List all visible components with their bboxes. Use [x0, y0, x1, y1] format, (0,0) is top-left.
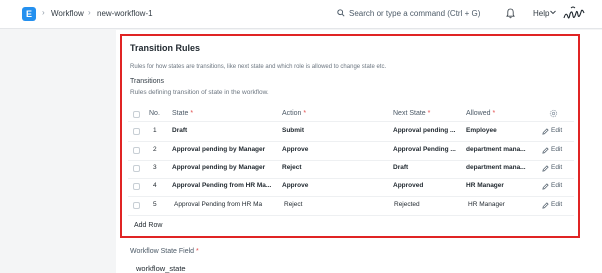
pencil-icon: [542, 147, 549, 154]
row-next-state[interactable]: Approved: [393, 182, 463, 189]
row-state[interactable]: Approval Pending from HR Ma: [174, 201, 274, 208]
row-state[interactable]: Approval Pending from HR Ma...: [172, 182, 272, 189]
pencil-icon: [542, 202, 549, 209]
row-action[interactable]: Reject: [282, 164, 382, 171]
row-edit-label: Edit: [551, 127, 563, 134]
transitions-table-description: Rules defining transition of state in th…: [130, 89, 269, 96]
row-allowed[interactable]: HR Manager: [466, 182, 536, 189]
table-row[interactable]: 5 Approval Pending from HR Ma Reject Rej…: [128, 197, 574, 215]
row-checkbox[interactable]: [133, 147, 140, 154]
table-row[interactable]: 2 Approval pending by Manager Approve Ap…: [128, 142, 574, 160]
row-next-state[interactable]: Approval pending ...: [393, 127, 463, 134]
user-avatar-signature[interactable]: [563, 5, 585, 23]
row-next-state[interactable]: Rejected: [394, 201, 464, 208]
app-logo[interactable]: E: [22, 7, 36, 21]
search-placeholder: Search or type a command (Ctrl + G): [349, 9, 481, 18]
pencil-icon: [542, 128, 549, 135]
column-header-action: Action *: [282, 110, 307, 117]
row-number: 4: [153, 182, 157, 189]
top-navbar: E › Workflow › new-workflow-1 Search or …: [0, 0, 602, 29]
row-allowed[interactable]: department mana...: [466, 146, 536, 153]
row-edit-label: Edit: [551, 146, 563, 153]
select-all-checkbox[interactable]: [133, 111, 140, 118]
gear-icon[interactable]: [549, 109, 558, 118]
row-edit-label: Edit: [551, 164, 563, 171]
row-number: 5: [153, 201, 157, 208]
row-number: 2: [153, 146, 157, 153]
search-icon: [337, 9, 345, 17]
row-checkbox[interactable]: [133, 165, 140, 172]
column-header-next-state: Next State *: [393, 110, 431, 117]
column-header-state: State *: [172, 110, 194, 117]
row-allowed[interactable]: Employee: [466, 127, 536, 134]
row-number: 3: [153, 164, 157, 171]
workflow-state-field-value[interactable]: workflow_state: [136, 264, 186, 273]
add-row-button[interactable]: Add Row: [134, 222, 162, 229]
chevron-down-icon[interactable]: [550, 10, 556, 15]
section-title: Transition Rules: [130, 43, 201, 53]
table-row[interactable]: 4 Approval Pending from HR Ma... Approve…: [128, 178, 574, 196]
row-action[interactable]: Approve: [282, 182, 382, 189]
row-next-state[interactable]: Draft: [393, 164, 463, 171]
row-state[interactable]: Approval pending by Manager: [172, 146, 272, 153]
row-edit-label: Edit: [551, 182, 563, 189]
row-checkbox[interactable]: [133, 128, 140, 135]
bell-icon[interactable]: [506, 8, 515, 19]
help-menu[interactable]: Help: [533, 9, 549, 18]
row-state[interactable]: Draft: [172, 127, 272, 134]
pencil-icon: [542, 183, 549, 190]
divider: [128, 121, 574, 122]
row-action[interactable]: Reject: [284, 201, 384, 208]
row-next-state[interactable]: Approval Pending ...: [393, 146, 463, 153]
breadcrumb-current-doc[interactable]: new-workflow-1: [97, 9, 153, 18]
breadcrumb-separator: ›: [88, 8, 91, 17]
breadcrumb-workflow[interactable]: Workflow: [51, 9, 84, 18]
pencil-icon: [542, 165, 549, 172]
row-checkbox[interactable]: [133, 183, 140, 190]
row-allowed[interactable]: department mana...: [466, 164, 536, 171]
section-description: Rules for how states are transitions, li…: [130, 64, 387, 70]
table-row[interactable]: 3 Approval pending by Manager Reject Dra…: [128, 160, 574, 178]
row-edit-label: Edit: [551, 201, 563, 208]
table-row[interactable]: 1 Draft Submit Approval pending ... Empl…: [128, 123, 574, 141]
search-bar[interactable]: Search or type a command (Ctrl + G): [337, 7, 487, 21]
transitions-table-label: Transitions: [130, 78, 164, 85]
column-header-allowed: Allowed *: [466, 110, 496, 117]
divider: [128, 215, 574, 216]
workflow-state-field-label: Workflow State Field *: [130, 248, 199, 255]
row-action[interactable]: Approve: [282, 146, 382, 153]
row-state[interactable]: Approval pending by Manager: [172, 164, 272, 171]
breadcrumb-separator: ›: [42, 8, 45, 17]
column-header-no: No.: [149, 110, 160, 117]
row-checkbox[interactable]: [133, 202, 140, 209]
row-number: 1: [153, 127, 157, 134]
row-allowed[interactable]: HR Manager: [468, 201, 538, 208]
row-action[interactable]: Submit: [282, 127, 382, 134]
